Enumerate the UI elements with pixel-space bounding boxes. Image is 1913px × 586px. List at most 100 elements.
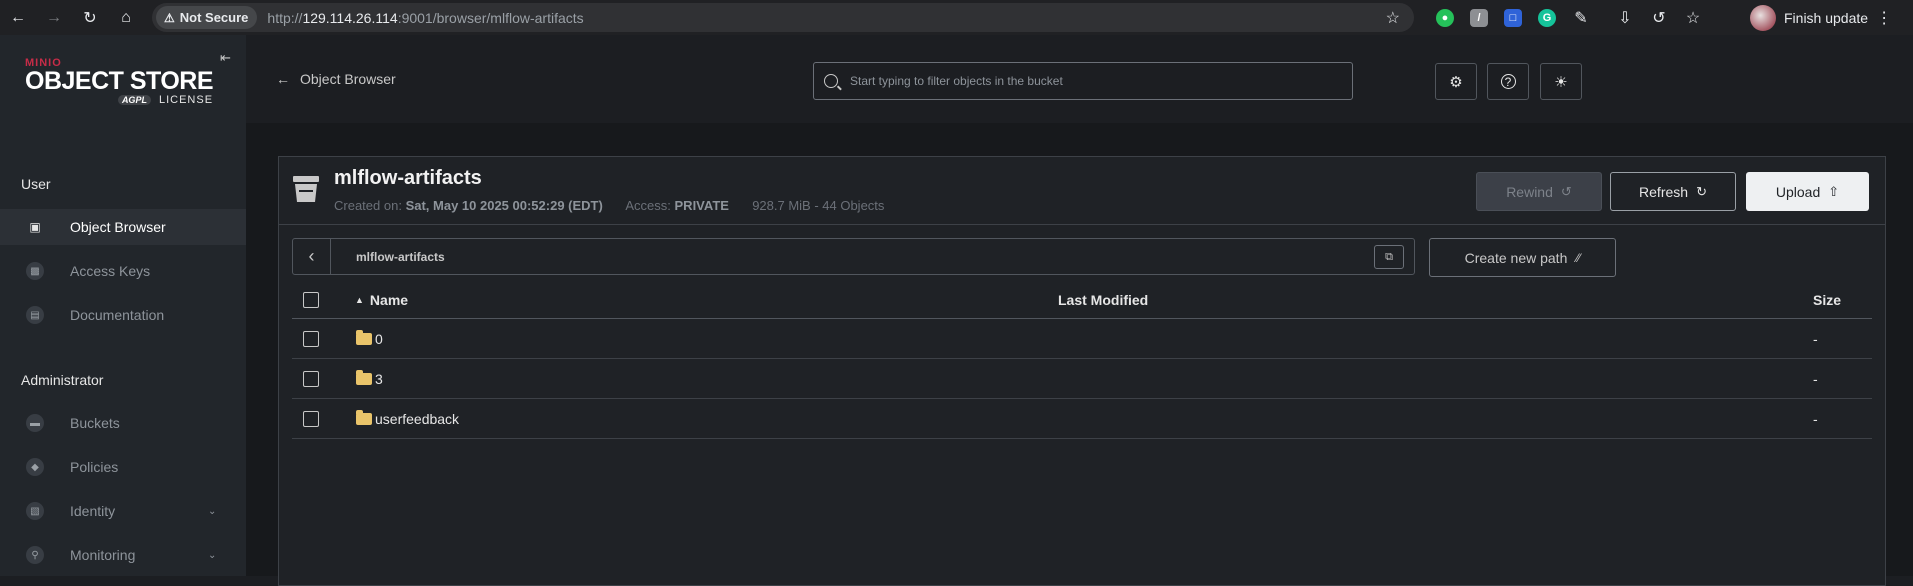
folder-name: 3 — [375, 370, 383, 387]
row-checkbox[interactable] — [303, 410, 319, 427]
sidebar-item-monitoring[interactable]: ⚲ Monitoring ⌄ — [0, 537, 246, 573]
extension-green-icon[interactable]: ● — [1436, 8, 1454, 27]
url-text[interactable]: http://129.114.26.114:9001/browser/mlflo… — [267, 10, 583, 26]
sidebar-item-label: Object Browser — [70, 219, 166, 235]
section-user: User — [21, 176, 51, 192]
sidebar-item-policies[interactable]: ◆ Policies — [0, 449, 246, 485]
bucket-icon — [293, 176, 319, 202]
refresh-button[interactable]: Refresh ↻ — [1610, 172, 1736, 211]
copy-path-button[interactable]: ⧉ — [1374, 245, 1404, 269]
download-icon[interactable]: ⇩ — [1616, 9, 1634, 27]
minio-logo: MINIO OBJECT STORE AGPL LICENSE — [25, 57, 214, 106]
reload-icon[interactable]: ↻ — [72, 0, 108, 35]
back-arrow-icon: ← — [276, 71, 290, 87]
name-column-header[interactable]: ▲ Name — [355, 292, 408, 308]
grammarly-icon[interactable]: G — [1538, 8, 1556, 27]
agpl-badge: AGPL — [117, 95, 151, 105]
back-link-label: Object Browser — [300, 71, 396, 87]
back-arrow-icon[interactable]: ← — [0, 0, 36, 35]
size-cell: - — [1813, 410, 1818, 427]
address-bar[interactable]: ⚠ Not Secure http://129.114.26.114:9001/… — [152, 3, 1414, 32]
theme-icon: ☀ — [1554, 73, 1568, 91]
folder-name-cell[interactable]: 0 — [356, 329, 383, 347]
folder-name: 0 — [375, 330, 383, 347]
table-row[interactable]: 3 - — [292, 359, 1872, 399]
chevron-down-icon[interactable]: ⌄ — [208, 550, 216, 561]
extensions-area: ● / □ G ✎ ⇩ ↺ ☆ — [1428, 0, 1710, 35]
folder-icon — [356, 329, 372, 345]
settings-button[interactable]: ⚙ — [1435, 63, 1477, 100]
security-chip[interactable]: ⚠ Not Secure — [156, 6, 258, 29]
help-button[interactable]: ? — [1487, 63, 1529, 100]
size-column-header[interactable]: Size — [1813, 292, 1841, 308]
chevron-left-icon: ‹ — [308, 246, 315, 266]
sidebar-item-identity[interactable]: ▧ Identity ⌄ — [0, 493, 246, 529]
chevron-down-icon[interactable]: ⌄ — [208, 506, 216, 517]
extensions-puzzle-icon[interactable]: ✎ — [1572, 9, 1590, 27]
search-input[interactable] — [850, 74, 1330, 88]
sidebar-item-buckets[interactable]: ▬ Buckets — [0, 405, 246, 441]
bucket-header: mlflow-artifacts Created on: Sat, May 10… — [279, 157, 1885, 225]
breadcrumb-path[interactable]: mlflow-artifacts — [356, 250, 445, 264]
sidebar-item-label: Buckets — [70, 415, 120, 431]
rewind-button[interactable]: Rewind ↺ — [1476, 172, 1602, 211]
folder-name-cell[interactable]: userfeedback — [356, 409, 460, 427]
table-row[interactable]: 0 - — [292, 319, 1872, 359]
upload-button[interactable]: Upload ⇧ — [1746, 172, 1869, 211]
table-header: ▲ Name Last Modified Size — [292, 282, 1872, 319]
collapse-sidebar-icon[interactable]: ⇤ — [220, 50, 231, 66]
bookmark-star-icon[interactable]: ☆ — [1386, 8, 1400, 28]
back-to-object-browser-link[interactable]: ← Object Browser — [276, 71, 396, 87]
create-new-path-button[interactable]: Create new path ⁄⁄ — [1429, 238, 1616, 277]
folder-icon — [356, 369, 372, 385]
created-value: Sat, May 10 2025 00:52:29 (EDT) — [405, 198, 603, 213]
theme-toggle-button[interactable]: ☀ — [1540, 63, 1582, 100]
path-back-button[interactable]: ‹ — [293, 239, 331, 274]
sort-asc-icon: ▲ — [355, 295, 364, 305]
object-filter-search[interactable] — [813, 62, 1353, 100]
bookmarks-icon[interactable]: ☆ — [1684, 9, 1702, 27]
logo-license: LICENSE — [158, 94, 214, 106]
access-keys-icon: ▩ — [26, 262, 44, 280]
bucket-panel: mlflow-artifacts Created on: Sat, May 10… — [278, 156, 1886, 586]
sidebar-item-access-keys[interactable]: ▩ Access Keys — [0, 253, 246, 289]
sidebar-item-label: Policies — [70, 459, 119, 475]
bucket-name: mlflow-artifacts — [334, 167, 482, 189]
upload-label: Upload — [1775, 183, 1821, 200]
profile-avatar[interactable] — [1750, 5, 1776, 31]
copy-icon: ⧉ — [1385, 250, 1393, 263]
access-label: Access: — [625, 198, 671, 213]
home-icon[interactable]: ⌂ — [108, 0, 144, 35]
sidebar-item-object-browser[interactable]: ▣ Object Browser — [0, 209, 246, 245]
rewind-label: Rewind — [1506, 183, 1553, 200]
sidebar-item-documentation[interactable]: ▤ Documentation — [0, 297, 246, 333]
sidebar-item-label: Monitoring — [70, 547, 136, 563]
browser-toolbar: ← → ↻ ⌂ ⚠ Not Secure http://129.114.26.1… — [0, 0, 1913, 35]
policies-icon: ◆ — [26, 458, 44, 476]
folder-name: userfeedback — [375, 410, 460, 427]
extension-docs-icon[interactable]: □ — [1504, 8, 1522, 27]
upload-icon: ⇧ — [1828, 183, 1840, 199]
finish-update-button[interactable]: Finish update ⋮ — [1784, 0, 1892, 35]
size-cell: - — [1813, 370, 1818, 387]
folder-name-cell[interactable]: 3 — [356, 369, 383, 387]
warning-icon: ⚠ — [164, 10, 175, 25]
objects-table: ▲ Name Last Modified Size 0 - 3 - userfe… — [292, 282, 1872, 439]
access-value: PRIVATE — [674, 198, 729, 213]
documentation-icon: ▤ — [26, 306, 44, 324]
table-row[interactable]: userfeedback - — [292, 399, 1872, 439]
bucket-meta: Created on: Sat, May 10 2025 00:52:29 (E… — [334, 198, 884, 213]
identity-icon: ▧ — [26, 502, 44, 520]
more-menu-icon[interactable]: ⋮ — [1876, 8, 1892, 28]
search-icon — [824, 74, 838, 88]
select-all-checkbox[interactable] — [303, 292, 319, 308]
extension-gray-icon[interactable]: / — [1470, 8, 1488, 27]
row-checkbox[interactable] — [303, 330, 319, 347]
forward-arrow-icon[interactable]: → — [36, 0, 72, 35]
row-checkbox[interactable] — [303, 370, 319, 387]
refresh-icon: ↻ — [1696, 183, 1707, 199]
modified-column-header[interactable]: Last Modified — [1058, 292, 1148, 308]
history-icon[interactable]: ↺ — [1650, 9, 1668, 27]
refresh-label: Refresh — [1639, 183, 1689, 200]
folder-icon — [356, 409, 372, 425]
